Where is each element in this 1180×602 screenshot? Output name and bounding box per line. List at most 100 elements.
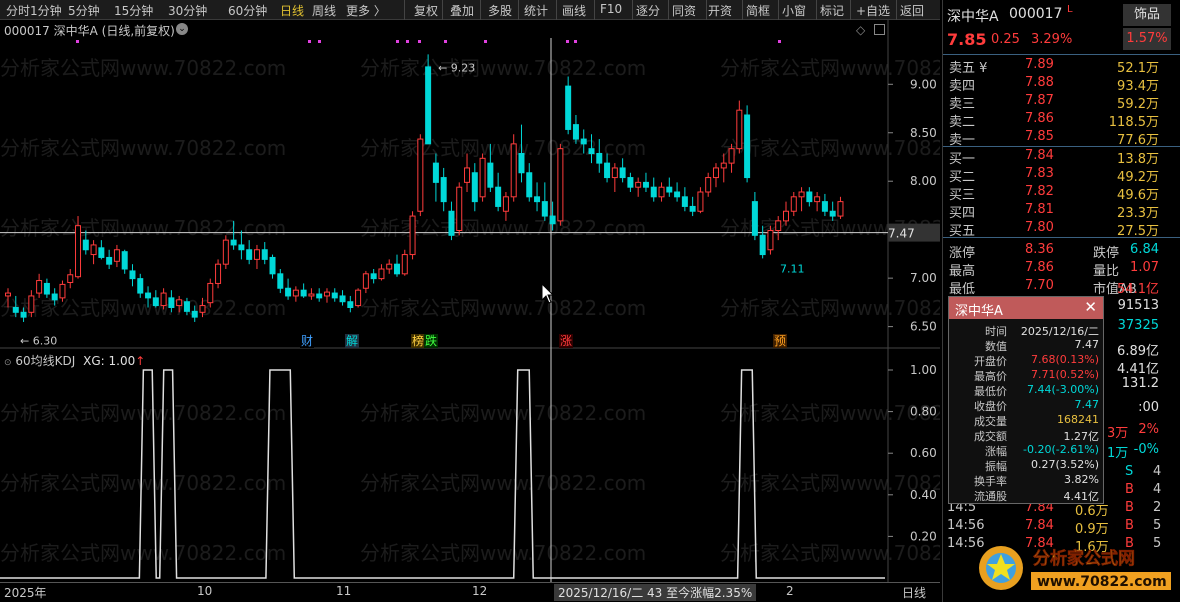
candle-body	[331, 292, 338, 299]
toolbar-item-0[interactable]: 分时	[6, 2, 30, 19]
candle-body	[51, 293, 58, 301]
xaxis-label: 12	[472, 584, 488, 598]
popup-value: 4.41亿	[1063, 490, 1100, 503]
toolbar-item-14[interactable]: F10	[600, 2, 622, 16]
candle-body	[681, 196, 688, 207]
xaxis-label: 2	[786, 584, 794, 598]
toolbar-separator	[896, 0, 897, 20]
sector-tag[interactable]: 饰品	[1123, 4, 1171, 26]
toolbar-item-9[interactable]: 复权	[414, 2, 438, 19]
candle-body	[471, 172, 478, 203]
candle-body	[409, 215, 416, 256]
popup-label: 成交额	[974, 430, 1007, 443]
event-label: 涨	[560, 333, 572, 348]
candle-body	[689, 205, 696, 212]
candle-body	[129, 270, 136, 280]
tick-side: B	[1125, 500, 1134, 515]
candle-body	[98, 247, 105, 258]
chevron-down-icon[interactable]: ⊙	[4, 358, 12, 368]
candle-body	[82, 239, 89, 251]
window-icon[interactable]	[874, 24, 885, 35]
popup-value: 2025/12/16/二	[1020, 325, 1099, 338]
watermark-text: 分析家公式网www.70822.com	[360, 136, 646, 160]
popup-row: 流通股 4.41亿	[949, 488, 1103, 503]
toolbar-item-3[interactable]: 15分钟	[114, 2, 153, 19]
toolbar-item-17[interactable]: 开资	[708, 2, 732, 19]
toolbar-item-16[interactable]: 同资	[672, 2, 696, 19]
current-price: 7.85	[947, 30, 987, 49]
toolbar-separator	[850, 0, 851, 20]
toolbar-item-13[interactable]: 画线	[562, 2, 586, 19]
toolbar-item-6[interactable]: 日线	[280, 2, 304, 19]
close-icon[interactable]: ✕	[1084, 298, 1097, 316]
stock-code: 000017	[1009, 6, 1063, 22]
toolbar-item-8[interactable]: 更多 〉	[346, 2, 386, 19]
event-label: 榜	[412, 333, 424, 348]
candle-body	[759, 234, 766, 256]
signal-dot	[396, 40, 399, 43]
watermark-text: 分析家公式网www.70822.com	[720, 471, 940, 495]
candle-body	[106, 256, 113, 265]
chart-area[interactable]: 分析家公式网www.70822.com 分析家公式网www.70822.com 分析…	[0, 20, 1006, 582]
popup-value: 3.82%	[1064, 473, 1099, 486]
candle-body	[534, 196, 541, 203]
candle-body	[806, 191, 813, 203]
stock-name: 深中华A	[947, 9, 999, 25]
toolbar-item-20[interactable]: 标记	[820, 2, 844, 19]
candle-body	[479, 157, 486, 198]
bid-price: 7.84	[1025, 148, 1054, 163]
kline-chart[interactable]: 分析家公式网www.70822.com 分析家公式网www.70822.com 分析…	[0, 20, 1006, 582]
tick-side: S	[1125, 464, 1134, 479]
toolbar-item-19[interactable]: 小窗	[782, 2, 806, 19]
candle-body	[168, 297, 175, 308]
toolbar-item-22[interactable]: 返回	[900, 2, 924, 19]
toolbar-item-11[interactable]: 多股	[488, 2, 512, 19]
watermark-text: 分析家公式网www.70822.com	[0, 296, 286, 320]
event-label: 预	[774, 334, 786, 348]
toolbar-item-1[interactable]: 1分钟	[30, 2, 62, 19]
watermark-text: 分析家公式网www.70822.com	[360, 56, 646, 80]
indicator-tick-label: 0.60	[910, 446, 937, 460]
candle-body	[36, 280, 43, 294]
stat-value: 7.70	[1025, 278, 1054, 293]
candle-body	[59, 283, 66, 299]
event-label: 财	[301, 334, 313, 348]
watermark-text: 分析家公式网www.70822.com	[360, 216, 646, 240]
candle-body	[394, 263, 400, 275]
bar-info-popup: 深中华A ✕ 时间 2025/12/16/二 数值 7.47 开盘价 7.68(0.13%…	[948, 296, 1104, 504]
stat-value: 54.1亿	[1117, 282, 1159, 297]
candle-body	[642, 181, 649, 188]
toolbar-item-4[interactable]: 30分钟	[168, 2, 207, 19]
candle-body	[744, 114, 751, 179]
candle-body	[635, 181, 642, 188]
watermark-text: 分析家公式网www.70822.com	[720, 541, 940, 565]
popup-label: 换手率	[974, 475, 1007, 488]
candle-body	[432, 162, 439, 183]
toolbar-item-12[interactable]: 统计	[524, 2, 548, 19]
diamond-icon[interactable]: ◇	[856, 23, 865, 37]
popup-value: 7.71(0.52%)	[1030, 368, 1099, 381]
candle-body	[417, 138, 424, 212]
watermark-text: 分析家公式网www.70822.com	[720, 136, 940, 160]
price-change-pct: 3.29%	[1031, 32, 1073, 47]
popup-label: 流通股	[974, 490, 1007, 503]
toolbar-separator	[442, 0, 443, 20]
toolbar-item-2[interactable]: 5分钟	[68, 2, 100, 19]
low-price-label-2: 7.11	[780, 262, 805, 275]
toolbar-item-15[interactable]: 逐分	[636, 2, 660, 19]
candle-body	[798, 191, 805, 198]
toolbar-item-7[interactable]: 周线	[312, 2, 336, 19]
period-label: 日线	[902, 586, 927, 600]
low-price-label: ← 6.30	[20, 334, 57, 347]
toolbar-item-21[interactable]: +自选	[856, 2, 890, 19]
event-label: 跌	[425, 333, 437, 348]
toolbar-item-5[interactable]: 60分钟	[228, 2, 267, 19]
toolbar-separator	[668, 0, 669, 20]
candle-body	[736, 109, 743, 150]
candle-body	[767, 230, 774, 251]
candle-body	[67, 274, 74, 283]
toolbar-item-10[interactable]: 叠加	[450, 2, 474, 19]
toolbar-item-18[interactable]: 简框	[746, 2, 770, 19]
chevron-down-icon[interactable]: ⌄	[176, 23, 188, 35]
candle-body	[829, 210, 836, 217]
